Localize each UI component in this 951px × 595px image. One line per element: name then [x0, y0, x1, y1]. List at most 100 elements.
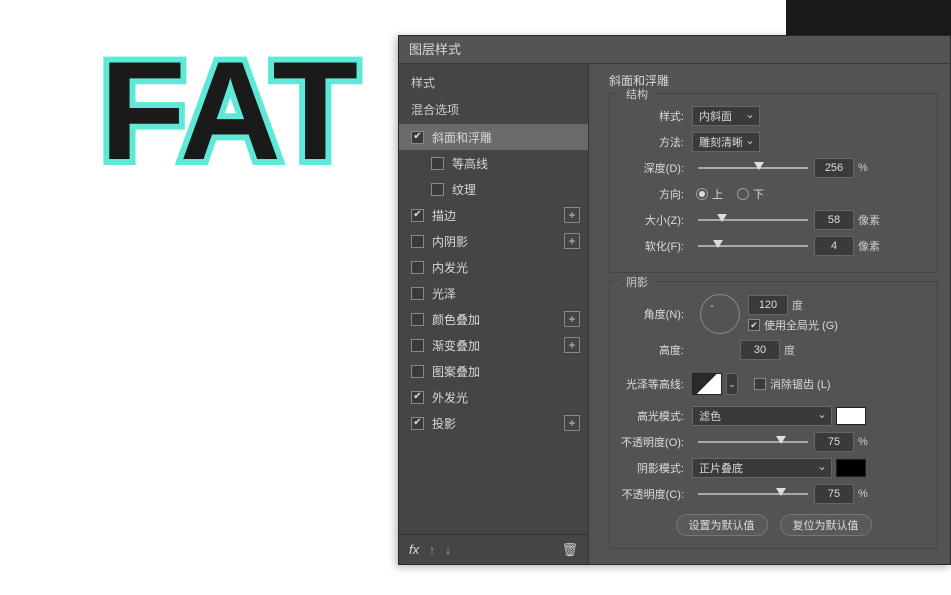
style-checkbox[interactable]: [411, 365, 424, 378]
highlight-color-swatch[interactable]: [836, 407, 866, 425]
style-row-1[interactable]: 等高线: [399, 150, 588, 176]
antialias-label: 消除锯齿 (L): [770, 376, 831, 392]
size-input[interactable]: 58: [814, 210, 854, 230]
style-checkbox[interactable]: [411, 261, 424, 274]
layer-style-dialog: 图层样式 样式 混合选项 斜面和浮雕等高线纹理描边+内阴影+内发光光泽颜色叠加+…: [398, 35, 951, 565]
style-checkbox[interactable]: [411, 417, 424, 430]
move-up-icon[interactable]: ↑: [429, 543, 435, 557]
opacity-o-slider[interactable]: [698, 432, 808, 452]
style-label: 内发光: [432, 259, 580, 276]
style-row-11[interactable]: 投影+: [399, 410, 588, 436]
structure-group: 结构 样式: 内斜面 方法: 雕刻清晰 深度(D): 256 % 方向:: [609, 93, 938, 273]
altitude-input[interactable]: 30: [740, 340, 780, 360]
panel-title: 斜面和浮雕: [609, 72, 938, 89]
antialias-checkbox[interactable]: [754, 378, 766, 390]
add-effect-icon[interactable]: +: [564, 233, 580, 249]
direction-up-label: 上: [712, 186, 723, 202]
style-checkbox[interactable]: [411, 235, 424, 248]
angle-unit: 度: [792, 297, 814, 313]
style-label: 等高线: [452, 155, 580, 172]
altitude-unit: 度: [784, 342, 806, 358]
style-checkbox[interactable]: [411, 287, 424, 300]
depth-unit: %: [858, 162, 880, 174]
global-light-checkbox[interactable]: [748, 319, 760, 331]
style-checkbox[interactable]: [411, 391, 424, 404]
style-label: 纹理: [452, 181, 580, 198]
style-row-10[interactable]: 外发光: [399, 384, 588, 410]
opacity-o-unit: %: [858, 436, 880, 448]
style-checkbox[interactable]: [411, 131, 424, 144]
add-effect-icon[interactable]: +: [564, 337, 580, 353]
style-checkbox[interactable]: [411, 339, 424, 352]
app-chrome: [786, 0, 951, 35]
angle-widget[interactable]: [700, 294, 740, 334]
canvas-text-fill: FAT: [100, 30, 360, 192]
style-checkbox[interactable]: [431, 183, 444, 196]
fx-icon[interactable]: fx: [409, 542, 419, 557]
altitude-label: 高度:: [620, 342, 692, 358]
highlight-mode-dropdown[interactable]: 滤色: [692, 406, 832, 426]
angle-label: 角度(N):: [620, 306, 692, 322]
style-label: 颜色叠加: [432, 311, 564, 328]
structure-label: 结构: [620, 86, 654, 102]
method-label: 方法:: [620, 134, 692, 150]
depth-label: 深度(D):: [620, 160, 692, 176]
angle-input[interactable]: 120: [748, 295, 788, 315]
opacity-o-label: 不透明度(O):: [620, 434, 692, 450]
depth-input[interactable]: 256: [814, 158, 854, 178]
depth-slider[interactable]: [698, 158, 808, 178]
direction-down-label: 下: [753, 186, 764, 202]
style-label: 投影: [432, 415, 564, 432]
blending-options-row[interactable]: 混合选项: [399, 95, 588, 124]
move-down-icon[interactable]: ↓: [445, 543, 451, 557]
size-unit: 像素: [858, 212, 880, 228]
opacity-c-label: 不透明度(C):: [620, 486, 692, 502]
shadow-color-swatch[interactable]: [836, 459, 866, 477]
style-label: 图案叠加: [432, 363, 580, 380]
gloss-contour-dropdown[interactable]: ⌄: [726, 373, 738, 395]
direction-label: 方向:: [620, 186, 692, 202]
style-row-2[interactable]: 纹理: [399, 176, 588, 202]
set-default-button[interactable]: 设置为默认值: [676, 514, 768, 536]
add-effect-icon[interactable]: +: [564, 207, 580, 223]
soften-input[interactable]: 4: [814, 236, 854, 256]
opacity-o-input[interactable]: 75: [814, 432, 854, 452]
style-row-8[interactable]: 渐变叠加+: [399, 332, 588, 358]
style-label: 光泽: [432, 285, 580, 302]
gloss-contour-label: 光泽等高线:: [620, 376, 692, 392]
style-checkbox[interactable]: [411, 209, 424, 222]
style-row-7[interactable]: 颜色叠加+: [399, 306, 588, 332]
dialog-title: 图层样式: [399, 36, 950, 64]
soften-unit: 像素: [858, 238, 880, 254]
shadow-mode-dropdown[interactable]: 正片叠底: [692, 458, 832, 478]
opacity-c-input[interactable]: 75: [814, 484, 854, 504]
style-row-3[interactable]: 描边+: [399, 202, 588, 228]
reset-default-button[interactable]: 复位为默认值: [780, 514, 872, 536]
style-row-5[interactable]: 内发光: [399, 254, 588, 280]
style-row-0[interactable]: 斜面和浮雕: [399, 124, 588, 150]
opacity-c-slider[interactable]: [698, 484, 808, 504]
style-row-9[interactable]: 图案叠加: [399, 358, 588, 384]
shading-group: 阴影 角度(N): 120 度 使用全局光 (G): [609, 281, 938, 549]
size-slider[interactable]: [698, 210, 808, 230]
bevel-settings-panel: 斜面和浮雕 结构 样式: 内斜面 方法: 雕刻清晰 深度(D): 256 %: [589, 64, 950, 564]
style-dropdown[interactable]: 内斜面: [692, 106, 760, 126]
style-row-4[interactable]: 内阴影+: [399, 228, 588, 254]
style-label: 斜面和浮雕: [432, 129, 580, 146]
direction-down-radio[interactable]: [737, 188, 749, 200]
add-effect-icon[interactable]: +: [564, 311, 580, 327]
add-effect-icon[interactable]: +: [564, 415, 580, 431]
style-label: 内阴影: [432, 233, 564, 250]
opacity-c-unit: %: [858, 488, 880, 500]
style-row-6[interactable]: 光泽: [399, 280, 588, 306]
method-dropdown[interactable]: 雕刻清晰: [692, 132, 760, 152]
style-label: 描边: [432, 207, 564, 224]
direction-up-radio[interactable]: [696, 188, 708, 200]
soften-slider[interactable]: [698, 236, 808, 256]
gloss-contour-swatch[interactable]: [692, 373, 722, 395]
styles-panel: 样式 混合选项 斜面和浮雕等高线纹理描边+内阴影+内发光光泽颜色叠加+渐变叠加+…: [399, 64, 589, 564]
style-checkbox[interactable]: [431, 157, 444, 170]
trash-icon[interactable]: 🗑: [561, 542, 578, 558]
style-checkbox[interactable]: [411, 313, 424, 326]
shadow-mode-label: 阴影模式:: [620, 460, 692, 476]
